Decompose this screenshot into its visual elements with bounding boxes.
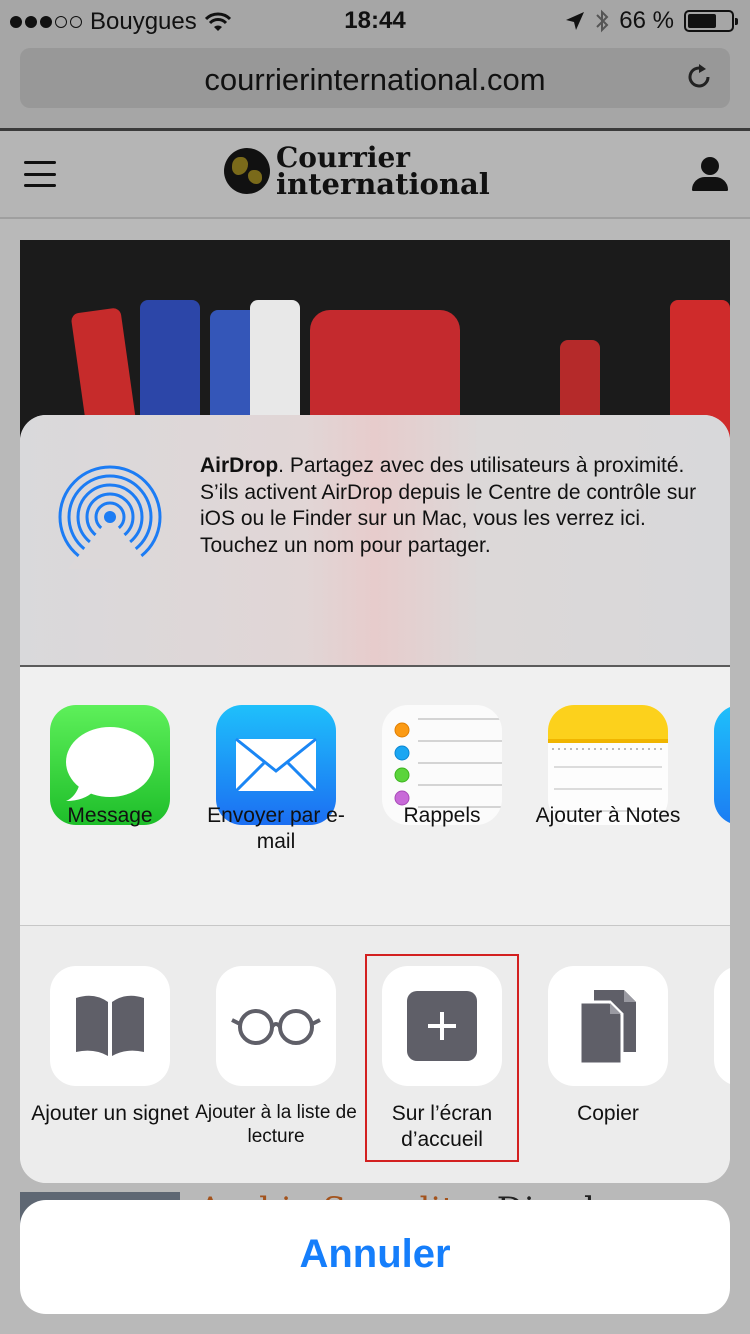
share-sheet: AirDrop. Partagez avec des utilisateurs … (20, 415, 730, 1183)
browser-toolbar: courrierinternational.com (0, 40, 750, 128)
copy-icon (578, 990, 636, 1066)
airdrop-icon (58, 465, 162, 569)
action-label: Ajouter à la liste de lecture (195, 1102, 357, 1147)
globe-icon (224, 148, 270, 194)
airdrop-title: AirDrop (200, 454, 279, 477)
bookmark-icon (76, 995, 144, 1056)
logo-line-2: international (276, 167, 490, 201)
share-actions-row[interactable]: Ajouter un signet Ajouter à la liste de … (20, 926, 730, 1183)
address-bar[interactable]: courrierinternational.com (20, 48, 730, 108)
share-app-more[interactable] (714, 705, 730, 825)
url-text[interactable]: courrierinternational.com (20, 62, 730, 98)
action-add-bookmark[interactable] (50, 966, 170, 1086)
battery-icon (684, 10, 738, 32)
cancel-button[interactable]: Annuler (20, 1200, 730, 1314)
share-app-label: Ajouter à Notes (535, 804, 681, 827)
article-hero-image[interactable] (20, 240, 730, 440)
site-header: Courrier international (0, 131, 750, 219)
action-label: Copier (577, 1102, 639, 1125)
user-account-icon[interactable] (692, 157, 728, 191)
airdrop-description: AirDrop. Partagez avec des utilisateurs … (200, 454, 697, 557)
share-app-label: Message (67, 804, 153, 827)
reading-list-icon (231, 1009, 321, 1045)
share-app-label: Rappels (403, 804, 481, 827)
airdrop-section: AirDrop. Partagez avec des utilisateurs … (20, 415, 730, 665)
status-bar: Bouygues 18:44 66 % (0, 0, 750, 40)
bluetooth-icon (596, 9, 609, 33)
action-more[interactable] (714, 966, 730, 1086)
site-logo[interactable]: Courrier international (224, 144, 490, 201)
cancel-button-label: Annuler (299, 1232, 451, 1276)
action-label: Ajouter un signet (31, 1102, 189, 1125)
action-add-reading-list[interactable] (216, 966, 336, 1086)
share-app-label: Envoyer par e-mail (207, 804, 345, 853)
share-apps-row[interactable]: Message Envoyer par e-mail Rappels Ajout… (20, 667, 730, 925)
menu-icon[interactable] (24, 161, 56, 187)
location-arrow-icon (566, 12, 585, 30)
action-copy[interactable] (548, 966, 668, 1086)
reload-icon[interactable] (684, 62, 714, 92)
highlight-box (365, 954, 519, 1162)
battery-percent: 66 % (619, 7, 674, 34)
